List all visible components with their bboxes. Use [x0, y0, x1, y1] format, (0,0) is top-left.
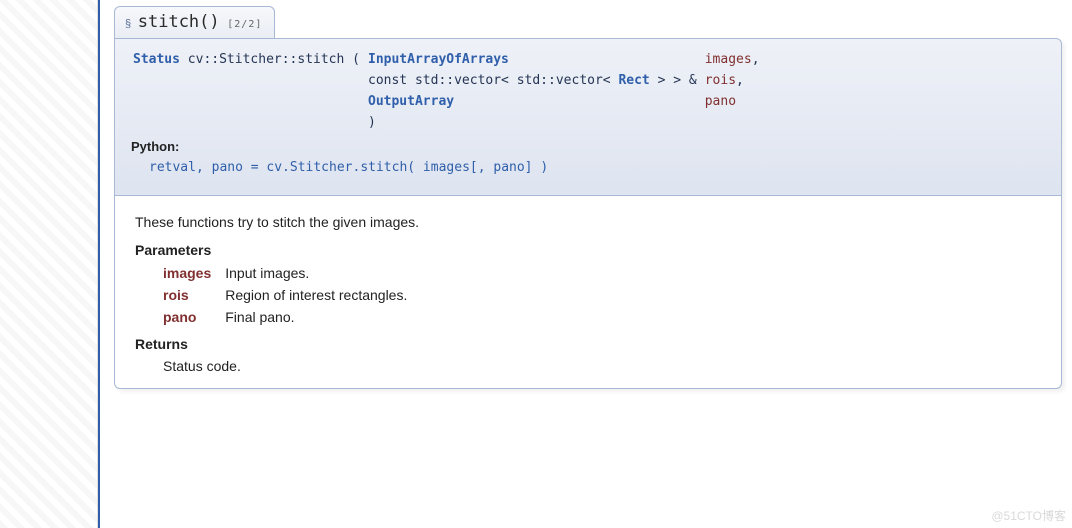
param-desc: Region of interest rectangles. [225, 284, 415, 306]
param-name: images [705, 52, 752, 67]
param-type-cell: OutputArray [364, 91, 701, 112]
param-name: images [163, 262, 225, 284]
param-type-cell: const std::vector< std::vector< Rect > >… [364, 70, 701, 91]
param-name-cell: pano [701, 91, 764, 112]
doc-column: § stitch() [2/2] Status cv::Stitcher::st… [100, 0, 1072, 528]
doc-body: These functions try to stitch the given … [114, 196, 1062, 389]
param-desc: Input images. [225, 262, 415, 284]
sig-row: Status cv::Stitcher::stitch ( InputArray… [129, 49, 764, 70]
param-row: pano Final pano. [163, 306, 415, 328]
parameters-table: images Input images. rois Region of inte… [163, 262, 415, 328]
python-label: Python: [131, 139, 1051, 154]
returns-title: Returns [135, 336, 1041, 352]
param-name-cell: rois, [701, 70, 764, 91]
type-prefix: const std::vector< std::vector< [368, 73, 618, 88]
open-paren: ( [352, 52, 360, 67]
permalink-icon[interactable]: § [125, 18, 131, 30]
close-paren-cell: ) [364, 112, 701, 133]
side-gutter [0, 0, 98, 528]
returns-body: Status code. [163, 356, 1041, 374]
param-name: rois [163, 284, 225, 306]
type-link[interactable]: InputArrayOfArrays [368, 52, 509, 67]
signature-table: Status cv::Stitcher::stitch ( InputArray… [129, 49, 764, 133]
param-row: images Input images. [163, 262, 415, 284]
member-title-tab: § stitch() [2/2] [114, 6, 275, 38]
param-trailing: , [736, 73, 744, 88]
description: These functions try to stitch the given … [135, 214, 1041, 230]
qualified-name: cv::Stitcher::stitch [188, 52, 345, 67]
sig-left: Status cv::Stitcher::stitch ( [129, 49, 364, 70]
param-type-cell: InputArrayOfArrays [364, 49, 701, 70]
param-name: rois [705, 73, 736, 88]
page-root: § stitch() [2/2] Status cv::Stitcher::st… [0, 0, 1072, 528]
parameters-title: Parameters [135, 242, 1041, 258]
python-binding: Python: retval, pano = cv.Stitcher.stitc… [129, 133, 1051, 185]
function-name: stitch() [138, 12, 220, 32]
param-name-cell: images, [701, 49, 764, 70]
param-trailing: , [752, 52, 760, 67]
type-suffix: > > & [650, 73, 697, 88]
sig-row: OutputArray pano [129, 91, 764, 112]
param-desc: Final pano. [225, 306, 415, 328]
param-name: pano [163, 306, 225, 328]
python-signature: retval, pano = cv.Stitcher.stitch( image… [131, 154, 1051, 177]
return-type: Status [133, 52, 180, 67]
type-link[interactable]: Rect [618, 73, 649, 88]
sig-row: ) [129, 112, 764, 133]
param-name: pano [705, 94, 736, 109]
type-link[interactable]: OutputArray [368, 94, 454, 109]
member-item: § stitch() [2/2] Status cv::Stitcher::st… [114, 6, 1062, 389]
param-row: rois Region of interest rectangles. [163, 284, 415, 306]
overload-index: [2/2] [227, 19, 262, 30]
sig-row: const std::vector< std::vector< Rect > >… [129, 70, 764, 91]
signature-box: Status cv::Stitcher::stitch ( InputArray… [114, 38, 1062, 196]
